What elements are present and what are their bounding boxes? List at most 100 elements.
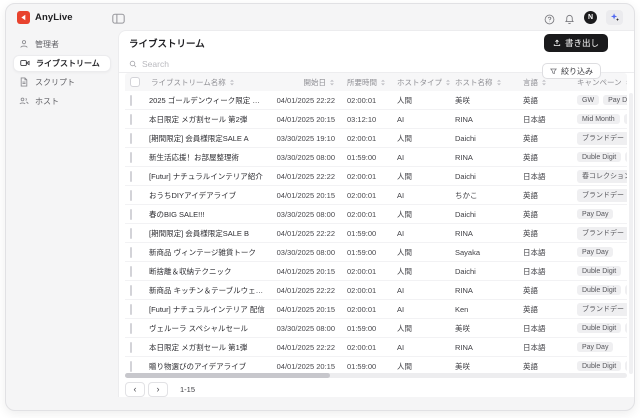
- topbar-actions: N: [544, 9, 623, 25]
- cell-host-type: 人間: [397, 133, 412, 143]
- sort-icon: [446, 79, 450, 86]
- campaign-badge: ブランドデー: [577, 131, 627, 145]
- row-checkbox[interactable]: [130, 94, 132, 106]
- row-checkbox[interactable]: [130, 246, 132, 258]
- cell-host-name: Daichi: [455, 209, 476, 219]
- row-checkbox[interactable]: [130, 189, 132, 201]
- select-all-checkbox[interactable]: [130, 77, 140, 88]
- sidebar-item-host[interactable]: ホスト: [13, 93, 111, 110]
- row-checkbox[interactable]: [130, 208, 132, 220]
- table-row[interactable]: [Futur] ナチュラルインテリア紹介 04/01/2025 22:22 02:0…: [125, 167, 627, 187]
- table-row[interactable]: 断捨離＆収納テクニック 04/01/2025 20:15 02:00:01 人間 Dai…: [125, 262, 627, 282]
- row-checkbox[interactable]: [130, 284, 132, 296]
- vertical-scrollbar[interactable]: [629, 93, 633, 374]
- table-body: 2025 ゴールデンウィーク限定 セール 04/01/2025 22:22 02:0…: [125, 91, 627, 373]
- cell-host-type: AI: [397, 285, 405, 295]
- cell-stream-name: 2025 ゴールデンウィーク限定 セール: [149, 95, 271, 105]
- column-header-start[interactable]: 開始日: [271, 77, 339, 88]
- campaign-badge: 春コレクション: [577, 169, 627, 183]
- search-icon: [129, 60, 137, 68]
- row-checkbox[interactable]: [130, 113, 132, 125]
- cell-stream-name: [Futur] ナチュラルインテリア 配信: [149, 304, 265, 314]
- help-icon[interactable]: [544, 12, 555, 24]
- next-page-button[interactable]: ›: [148, 382, 168, 398]
- cell-host-type: 人間: [397, 171, 412, 181]
- cell-host-name: Daichi: [455, 133, 476, 143]
- column-header-host_name[interactable]: ホスト名称: [453, 77, 521, 88]
- row-checkbox[interactable]: [130, 265, 132, 277]
- cell-host-name: RINA: [455, 228, 473, 238]
- user-icon: [19, 39, 29, 51]
- cell-host-type: 人間: [397, 95, 412, 105]
- table-row[interactable]: 2025 ゴールデンウィーク限定 セール 04/01/2025 22:22 02:0…: [125, 91, 627, 111]
- column-header-name[interactable]: ライブストリーム名称: [149, 77, 271, 88]
- row-checkbox[interactable]: [130, 303, 132, 315]
- cell-duration: 02:00:01: [347, 171, 377, 181]
- cell-campaigns: ブランドデー: [573, 302, 627, 316]
- cell-campaigns: ブランドデー: [573, 226, 627, 240]
- cell-campaigns: Pay Day: [573, 247, 627, 258]
- topbar: AnyLive N: [6, 4, 634, 30]
- table-row[interactable]: [期間限定] 会員様限定SALE B 04/01/2025 22:22 01:59:…: [125, 224, 627, 244]
- brand-logo: AnyLive: [17, 10, 73, 24]
- row-checkbox[interactable]: [130, 341, 132, 353]
- cell-stream-name: 新生活応援！お部屋整理術: [149, 152, 239, 162]
- sort-icon: [625, 80, 627, 85]
- table-row[interactable]: 新生活応援！お部屋整理術 03/30/2025 08:00 01:59:00 AI RI…: [125, 148, 627, 168]
- cell-host-name: RINA: [455, 152, 473, 162]
- column-header-duration[interactable]: 所要時間: [339, 77, 395, 88]
- table-row[interactable]: 贈り物選びのアイデアライブ 04/01/2025 20:15 01:59:00 人間 美…: [125, 357, 627, 373]
- row-checkbox[interactable]: [130, 170, 132, 182]
- search-placeholder: Search: [142, 59, 169, 70]
- row-checkbox[interactable]: [130, 132, 132, 144]
- column-label: 言語: [523, 77, 538, 87]
- table-row[interactable]: おうちDIYアイデアライブ 04/01/2025 20:15 02:00:01 AI ち…: [125, 186, 627, 206]
- cell-host-name: RINA: [455, 114, 473, 124]
- cell-stream-name: おうちDIYアイデアライブ: [149, 190, 237, 200]
- row-checkbox[interactable]: [130, 360, 132, 372]
- export-button[interactable]: 書き出し: [543, 34, 608, 53]
- cell-host-name: 美咲: [455, 361, 470, 371]
- table-row[interactable]: [期間限定] 会員様限定SALE A 03/30/2025 19:10 02:00:…: [125, 129, 627, 149]
- cell-stream-name: [Futur] ナチュラルインテリア紹介: [149, 171, 263, 181]
- cell-stream-name: 贈り物選びのアイデアライブ: [149, 361, 247, 371]
- cell-stream-name: 新商品 キッチン＆テーブルウェアレビュー: [149, 285, 271, 295]
- sidebar-item-livestream[interactable]: ライブストリーム: [13, 55, 111, 72]
- cell-language: 英語: [523, 228, 538, 238]
- cell-language: 英語: [523, 152, 538, 162]
- table-row[interactable]: 新商品 キッチン＆テーブルウェアレビュー 04/01/2025 22:22 02:0…: [125, 281, 627, 301]
- row-checkbox[interactable]: [130, 151, 132, 163]
- assistant-sparkle-icon[interactable]: [606, 9, 623, 25]
- table-row[interactable]: [Futur] ナチュラルインテリア 配信 04/01/2025 20:15 02:…: [125, 300, 627, 320]
- sidebar-collapse-icon[interactable]: [112, 11, 125, 24]
- table-row[interactable]: 春のBIG SALE!!! 03/30/2025 08:00 02:00:01 人間 D…: [125, 205, 627, 225]
- horizontal-scrollbar[interactable]: [125, 373, 627, 379]
- cell-campaigns: Pay Day: [573, 209, 627, 220]
- cell-stream-name: 断捨離＆収納テクニック: [149, 266, 232, 276]
- campaign-badge-truncated: P…: [625, 361, 627, 372]
- user-avatar[interactable]: N: [584, 10, 597, 24]
- table-row[interactable]: 新商品 ヴィンテージ雑貨トーク 03/30/2025 08:00 01:59:00 人…: [125, 243, 627, 263]
- column-label: ライブストリーム名称: [151, 77, 226, 87]
- table-row[interactable]: ヴェルーラ スペシャルセール 03/30/2025 08:00 01:59:00 人間…: [125, 319, 627, 339]
- horizontal-scrollbar-thumb[interactable]: [125, 373, 330, 379]
- notifications-bell-icon[interactable]: [564, 12, 575, 24]
- row-checkbox[interactable]: [130, 227, 132, 239]
- prev-page-button[interactable]: ‹: [125, 382, 145, 398]
- cell-stream-name: 本日限定 メガ割セール 第2弾: [149, 114, 248, 124]
- table-row[interactable]: 本日限定 メガ割セール 第2弾 04/01/2025 20:15 03:12:10 A…: [125, 110, 627, 130]
- cell-start-date: 04/01/2025 22:22: [276, 228, 335, 238]
- cell-start-date: 04/01/2025 20:15: [276, 361, 335, 371]
- row-checkbox[interactable]: [130, 322, 132, 334]
- campaign-badge-truncated: P…: [623, 114, 627, 125]
- sidebar-item-admin[interactable]: 管理者: [13, 36, 111, 53]
- cell-start-date: 04/01/2025 22:22: [276, 342, 335, 352]
- filter-button[interactable]: 絞り込み: [542, 63, 601, 79]
- table-row[interactable]: 本日限定 メガ割セール 第1弾 04/01/2025 22:22 02:00:01 A…: [125, 338, 627, 358]
- cell-duration: 01:59:00: [347, 247, 377, 257]
- column-header-host_type[interactable]: ホストタイプ: [395, 77, 453, 88]
- cell-host-type: AI: [397, 228, 405, 238]
- screenshot-canvas: AnyLive N 管理者 ライブストリーム スクリプト ホスト ライブストリー…: [0, 0, 640, 418]
- cell-duration: 01:59:00: [347, 323, 377, 333]
- sidebar-item-script[interactable]: スクリプト: [13, 74, 111, 91]
